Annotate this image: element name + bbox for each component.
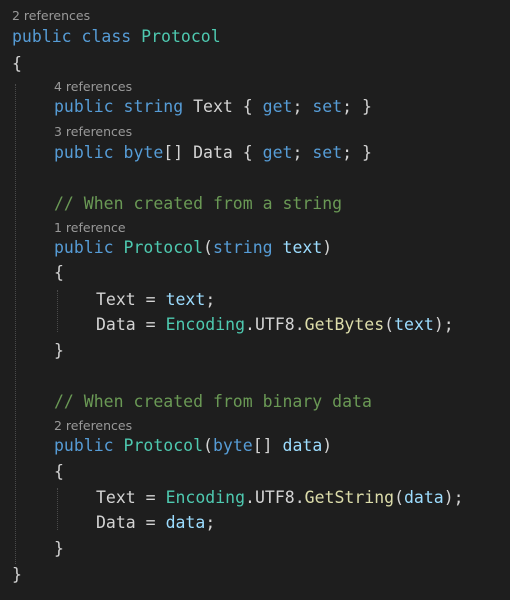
statement-end: ); [433,315,454,334]
keyword-public: public [54,143,114,162]
array-brackets: [] [252,436,273,455]
param-data: data [282,436,323,455]
encoding-class: Encoding [165,488,246,507]
code-line-string-ctor-open: { [54,261,64,285]
keyword-byte: byte [212,436,253,455]
code-line-class-declaration: public class Protocol [12,25,221,49]
assign-op: = [135,290,166,309]
arg-text: text [394,315,434,334]
property-name-data: Data [193,143,233,162]
value-data: data [165,513,206,532]
code-line-text-property: public string Text { get; set; } [54,97,372,116]
target-text: Text [96,488,136,507]
target-data: Data [96,315,136,334]
codelens-bytes-ctor-references[interactable]: 2 references [54,416,132,436]
codelens-data-references[interactable]: 3 references [54,122,132,142]
assign-op: = [135,488,166,507]
brace: { [242,97,253,116]
codelens-string-ctor-references[interactable]: 1 reference [54,218,126,238]
comment-bytes-ctor: // When created from binary data [54,392,372,411]
accessor-tail: ; } [342,143,372,162]
keyword-get: get [262,143,293,162]
brace: { [242,143,253,162]
ctor-name: Protocol [123,238,204,257]
assign-op: = [135,513,166,532]
indent-guide [57,290,58,332]
close-brace: } [54,539,64,558]
code-line-assign-data-getbytes: Data = Encoding.UTF8.GetBytes(text); [96,315,454,334]
property-name-text: Text [193,97,233,116]
keyword-public: public [54,97,114,116]
open-brace: { [12,54,22,73]
code-line-string-ctor-close: } [54,339,64,363]
statement-end: ); [443,488,464,507]
codelens-class-references[interactable]: 2 references [12,6,90,26]
code-line-bytes-ctor-signature: public Protocol(byte[] data) [54,436,333,455]
open-brace: { [54,263,64,282]
utf8-member: .UTF8. [245,488,305,507]
keyword-string: string [123,97,184,116]
utf8-member: .UTF8. [245,315,305,334]
method-getstring: GetString [304,488,395,507]
close-brace: } [54,341,64,360]
keyword-public: public [12,27,72,46]
keyword-set: set [312,97,343,116]
indent-guide [57,488,58,530]
method-getbytes: GetBytes [304,315,385,334]
target-data: Data [96,513,136,532]
array-brackets: [] [163,143,184,162]
keyword-class: class [81,27,132,46]
open-brace: { [54,462,64,481]
ctor-name: Protocol [123,436,204,455]
code-line-assign-data: Data = data; [96,511,215,535]
code-line-assign-text: Text = text; [96,288,215,312]
comment-string-ctor: // When created from a string [54,194,343,213]
target-text: Text [96,290,136,309]
param-text: text [282,238,323,257]
code-line-class-open-brace: { [12,52,22,76]
code-line-data-property: public byte[] Data { get; set; } [54,143,372,162]
arg-data: data [404,488,444,507]
indent-guide [15,84,16,564]
code-line-class-close-brace: } [12,563,22,587]
statement-end: ; [205,290,216,309]
code-line-string-ctor-signature: public Protocol(string text) [54,238,333,257]
encoding-class: Encoding [165,315,246,334]
statement-end: ; [205,513,216,532]
class-name: Protocol [141,27,221,46]
assign-op: = [135,315,166,334]
code-line-bytes-ctor-open: { [54,460,64,484]
code-line-bytes-ctor-close: } [54,537,64,561]
keyword-public: public [54,238,114,257]
close-brace: } [12,565,22,584]
value-text: text [165,290,206,309]
accessor-tail: ; } [342,97,372,116]
code-editor[interactable]: 2 references public class Protocol { 4 r… [0,0,510,600]
code-line-assign-text-getstring: Text = Encoding.UTF8.GetString(data); [96,488,464,507]
keyword-public: public [54,436,114,455]
keyword-string: string [212,238,273,257]
keyword-byte: byte [123,143,164,162]
keyword-get: get [262,97,293,116]
codelens-text-references[interactable]: 4 references [54,77,132,97]
keyword-set: set [312,143,343,162]
